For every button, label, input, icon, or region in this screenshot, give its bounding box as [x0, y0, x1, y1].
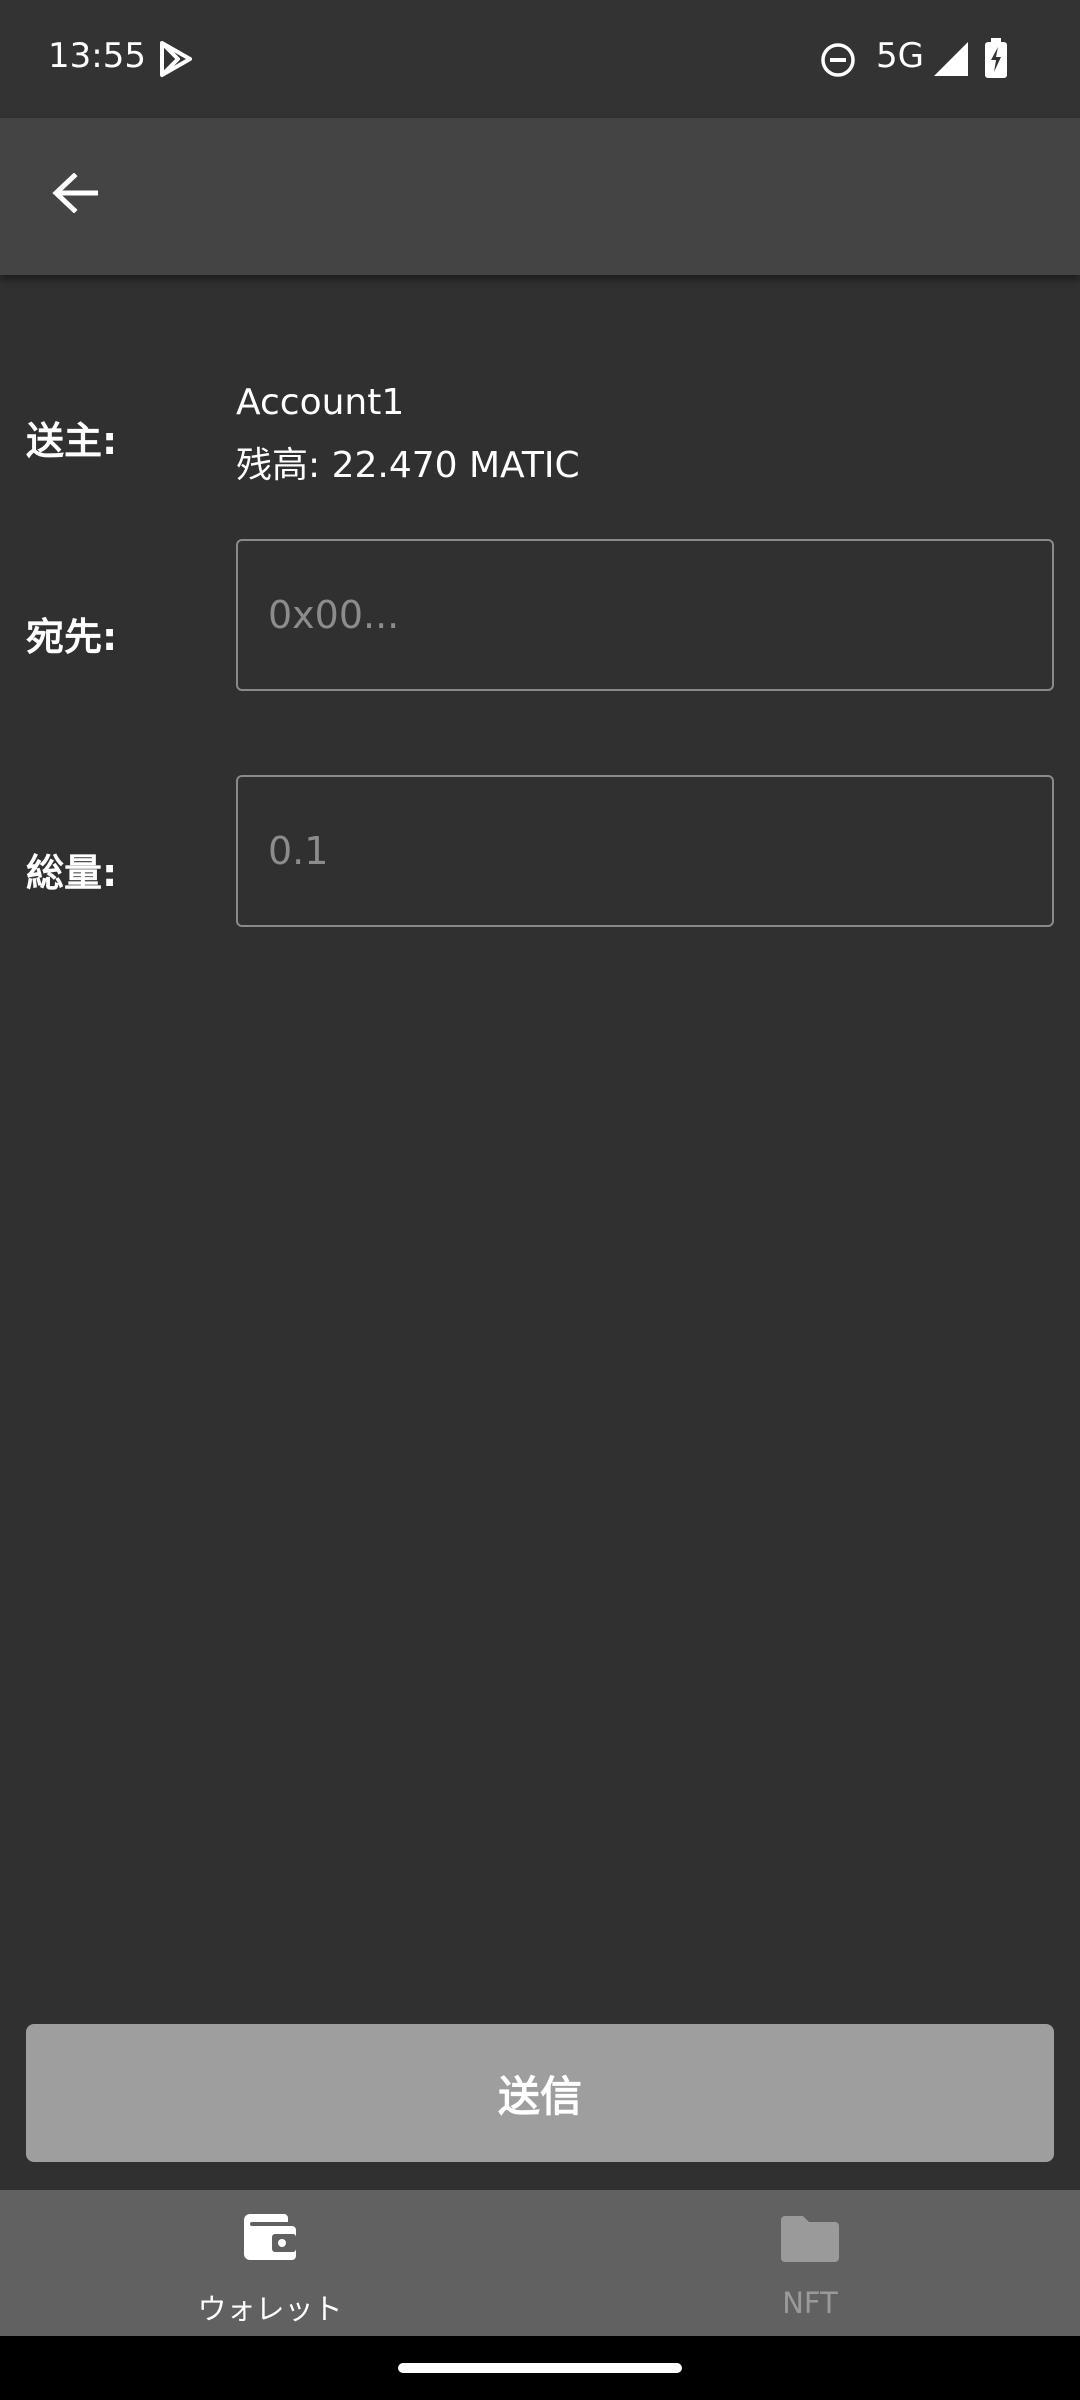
app-bar: [0, 118, 1080, 275]
send-button[interactable]: 送信: [26, 2024, 1054, 2162]
wallet-icon: [242, 2210, 298, 2266]
battery-charging-icon: [984, 38, 1008, 82]
signal-icon: [934, 42, 968, 80]
amount-input[interactable]: [236, 775, 1054, 927]
nav-label-wallet: ウォレット: [197, 2292, 343, 2326]
status-time: 13:55: [48, 36, 146, 76]
sender-account-name: Account1: [236, 382, 405, 423]
gesture-navigation-bar: [0, 2336, 1080, 2400]
bottom-navigation: ウォレット NFT: [0, 2190, 1080, 2336]
nav-item-wallet[interactable]: ウォレット: [0, 2190, 540, 2336]
sender-label: 送主:: [26, 419, 118, 463]
nav-label-nft: NFT: [782, 2286, 838, 2320]
back-button[interactable]: [36, 156, 114, 234]
arrow-left-icon: [52, 172, 99, 217]
gesture-handle[interactable]: [398, 2363, 682, 2373]
nav-item-nft[interactable]: NFT: [540, 2190, 1080, 2336]
sender-balance: 残高: 22.470 MATIC: [236, 445, 580, 486]
recipient-address-input[interactable]: [236, 539, 1054, 691]
amount-label: 総量:: [26, 851, 118, 895]
recipient-label: 宛先:: [26, 615, 118, 659]
network-type: 5G: [876, 36, 924, 76]
do-not-disturb-icon: [820, 42, 856, 82]
status-bar: 13:55 5G: [0, 0, 1080, 118]
send-screen: 13:55 5G 送主: Account1 残高: 22.470 MATIC 宛…: [0, 0, 1080, 2400]
play-store-icon: [158, 40, 194, 82]
folder-icon: [781, 2216, 839, 2266]
